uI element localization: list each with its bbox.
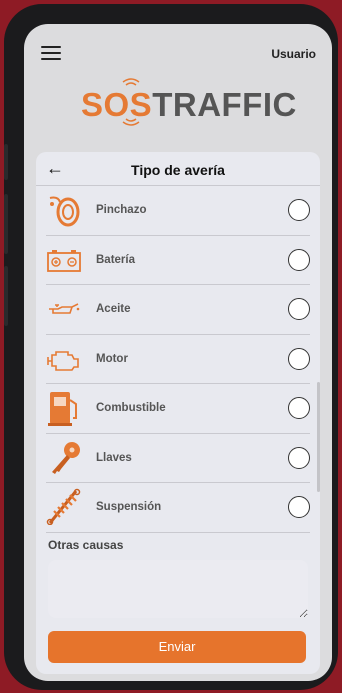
- engine-icon: [47, 350, 79, 371]
- card-header: ← Tipo de avería: [36, 152, 320, 186]
- radio-button[interactable]: [288, 298, 310, 320]
- app-logo: SOSTRAFFIC: [81, 72, 296, 132]
- option-aceite[interactable]: Aceite: [46, 285, 310, 335]
- phone-side-button: [4, 144, 8, 180]
- menu-icon[interactable]: [41, 46, 61, 60]
- logo-text: SOSTRAFFIC: [81, 86, 297, 123]
- radio-button[interactable]: [288, 496, 310, 518]
- tire-icon: [49, 196, 80, 227]
- battery-icon: [47, 249, 81, 272]
- radio-button[interactable]: [288, 446, 310, 469]
- breakdown-type-card: ← Tipo de avería Pinchazo Batería Aceite…: [36, 152, 320, 674]
- send-button[interactable]: Enviar: [48, 631, 306, 663]
- option-combustible[interactable]: Combustible: [46, 384, 310, 434]
- app-screen: Usuario SOSTRAFFIC ← Tipo de avería Pinc…: [24, 24, 332, 681]
- oil-can-icon: [49, 303, 80, 314]
- scrollbar[interactable]: [317, 382, 320, 492]
- option-pinchazo[interactable]: Pinchazo: [46, 186, 310, 236]
- user-link[interactable]: Usuario: [271, 47, 316, 61]
- radio-button[interactable]: [288, 248, 310, 271]
- suspension-spring-icon: [46, 488, 81, 525]
- option-suspension[interactable]: Suspensión: [46, 483, 310, 533]
- radio-button[interactable]: [288, 347, 310, 370]
- key-icon: [52, 441, 80, 474]
- radio-button[interactable]: [288, 397, 310, 419]
- fuel-pump-icon: [48, 392, 77, 426]
- option-motor[interactable]: Motor: [46, 335, 310, 384]
- radio-button[interactable]: [288, 199, 310, 221]
- other-causes-input[interactable]: [48, 560, 308, 618]
- phone-side-button: [4, 194, 8, 254]
- option-llaves[interactable]: Llaves: [46, 434, 310, 483]
- other-causes-label: Otras causas: [48, 538, 124, 552]
- card-title: Tipo de avería: [131, 162, 225, 178]
- phone-side-button: [4, 266, 8, 326]
- phone-frame: Usuario SOSTRAFFIC ← Tipo de avería Pinc…: [4, 4, 338, 690]
- option-bateria[interactable]: Batería: [46, 236, 310, 285]
